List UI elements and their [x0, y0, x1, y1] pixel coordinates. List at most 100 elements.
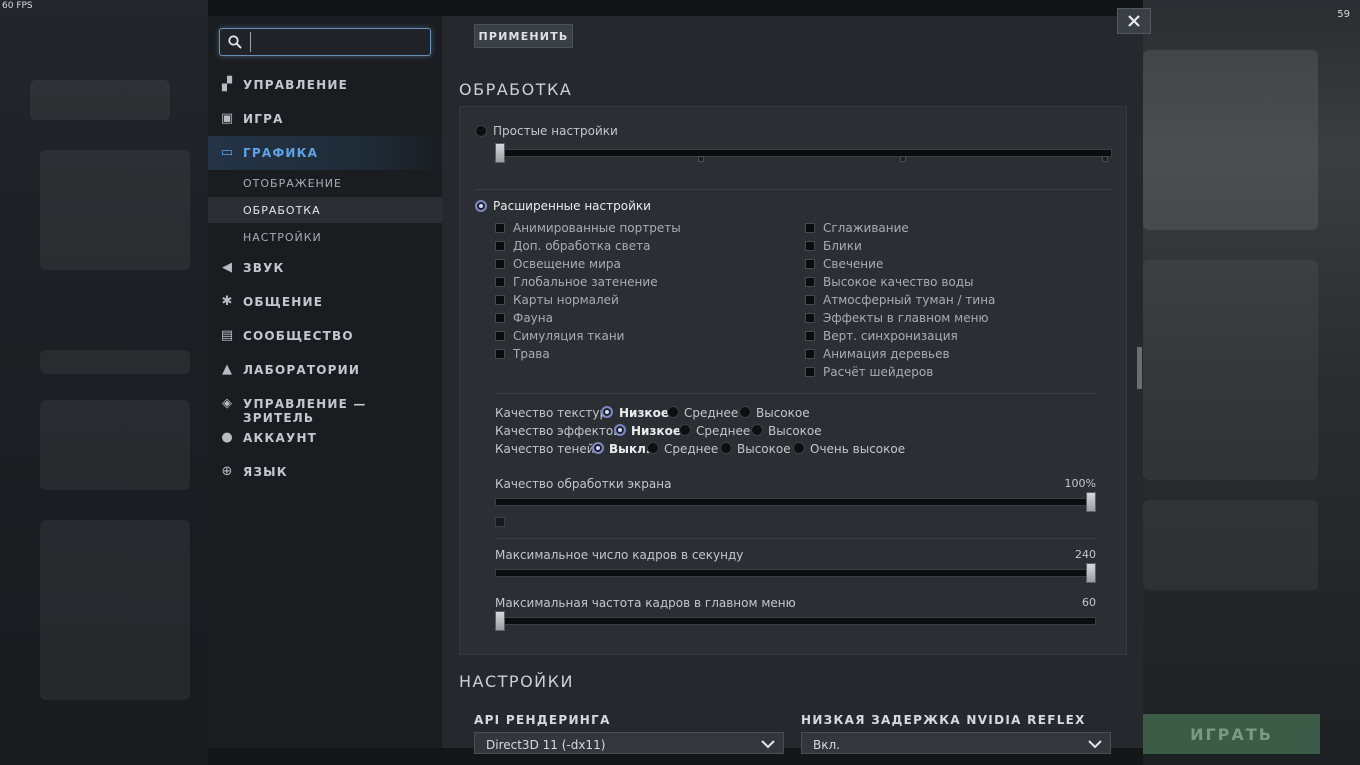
disabled-checkbox: [495, 517, 505, 527]
option-checkbox[interactable]: [495, 313, 505, 323]
shadows-very-high-radio[interactable]: [793, 442, 805, 454]
max-fps-value: 240: [1075, 548, 1096, 561]
controls-icon: ▞: [222, 77, 232, 92]
shadows-off-label: Выкл.: [609, 442, 651, 456]
shadows-medium-label: Среднее: [664, 442, 719, 456]
sidebar-item-labs[interactable]: ▲ ЛАБОРАТОРИИ: [208, 353, 442, 387]
sidebar-item-label: ГРАФИКА: [243, 146, 319, 160]
texture-quality-label: Качество текстур: [495, 406, 608, 420]
sidebar-item-controls[interactable]: ▞ УПРАВЛЕНИЕ: [208, 68, 442, 102]
sidebar-item-graphics[interactable]: ▭ ГРАФИКА: [208, 136, 442, 170]
sidebar-item-game[interactable]: ▣ ИГРА: [208, 102, 442, 136]
fps-counter: 60 FPS: [2, 1, 33, 11]
reflex-dropdown[interactable]: Вкл.: [801, 732, 1111, 754]
advanced-settings-radio[interactable]: [475, 200, 487, 212]
effects-high-radio[interactable]: [751, 424, 763, 436]
render-api-dropdown[interactable]: Direct3D 11 (-dx11): [474, 732, 784, 754]
option-label: Освещение мира: [513, 257, 621, 271]
sidebar-item-label: ОБЩЕНИЕ: [243, 295, 324, 309]
scrollbar-thumb[interactable]: [1137, 347, 1142, 389]
max-fps-slider-knob[interactable]: [1086, 563, 1096, 583]
sidebar-item-label: ИГРА: [243, 112, 284, 126]
option-checkbox[interactable]: [805, 331, 815, 341]
effects-low-radio[interactable]: [614, 424, 626, 436]
option-checkbox[interactable]: [805, 259, 815, 269]
slider-tick: [900, 156, 906, 162]
shadows-high-radio[interactable]: [720, 442, 732, 454]
screen-quality-value: 100%: [1064, 477, 1096, 490]
option-checkbox[interactable]: [495, 277, 505, 287]
sidebar-item-label: УПРАВЛЕНИЕ: [243, 78, 348, 92]
option-checkbox[interactable]: [495, 295, 505, 305]
sidebar-item-label: ЯЗЫК: [243, 465, 288, 479]
screen-quality-slider-track[interactable]: [495, 498, 1096, 506]
globe-icon: ⊕: [221, 464, 233, 479]
divider: [495, 393, 1096, 394]
divider: [495, 538, 1096, 539]
play-button[interactable]: ИГРАТЬ: [1143, 714, 1320, 754]
menu-fps-slider-knob[interactable]: [495, 611, 505, 631]
effects-medium-label: Среднее: [696, 424, 751, 438]
screen-quality-slider-knob[interactable]: [1086, 492, 1096, 512]
texture-high-radio[interactable]: [739, 406, 751, 418]
subitem-processing[interactable]: ОБРАБОТКА: [208, 197, 442, 223]
shadows-off-radio[interactable]: [592, 442, 604, 454]
shadows-medium-radio[interactable]: [647, 442, 659, 454]
option-label: Анимированные портреты: [513, 221, 681, 235]
subitem-display[interactable]: ОТОБРАЖЕНИЕ: [208, 170, 442, 196]
option-checkbox[interactable]: [805, 367, 815, 377]
sidebar-item-label: ЛАБОРАТОРИИ: [243, 363, 361, 377]
effects-medium-radio[interactable]: [679, 424, 691, 436]
flask-icon: ▲: [222, 362, 232, 377]
simple-quality-slider-knob[interactable]: [495, 143, 505, 163]
option-checkbox[interactable]: [805, 295, 815, 305]
option-label: Глобальное затенение: [513, 275, 658, 289]
texture-medium-radio[interactable]: [667, 406, 679, 418]
option-label: Расчёт шейдеров: [823, 365, 934, 379]
apply-button[interactable]: ПРИМЕНИТЬ: [474, 24, 573, 48]
sidebar-item-community[interactable]: ▤ СООБЩЕСТВО: [208, 319, 442, 353]
sidebar-item-sound[interactable]: ◀ ЗВУК: [208, 251, 442, 285]
close-button[interactable]: [1117, 8, 1151, 34]
option-label: Свечение: [823, 257, 884, 271]
texture-high-label: Высокое: [756, 406, 810, 420]
section-title-processing: ОБРАБОТКА: [459, 80, 573, 99]
sidebar-item-account[interactable]: ● АККАУНТ: [208, 421, 442, 455]
option-checkbox[interactable]: [495, 259, 505, 269]
settings-content: ПРИМЕНИТЬ ОБРАБОТКА Простые настройки Ра…: [442, 16, 1143, 754]
option-checkbox[interactable]: [805, 241, 815, 251]
option-checkbox[interactable]: [495, 241, 505, 251]
chat-icon: ▤: [220, 328, 234, 343]
option-checkbox[interactable]: [805, 349, 815, 359]
option-checkbox[interactable]: [805, 223, 815, 233]
search-input[interactable]: [250, 32, 425, 52]
simple-settings-label: Простые настройки: [493, 124, 618, 138]
search-box[interactable]: [219, 28, 431, 56]
option-label: Высокое качество воды: [823, 275, 974, 289]
option-checkbox[interactable]: [805, 277, 815, 287]
sidebar-item-label: АККАУНТ: [243, 431, 318, 445]
sidebar-item-spectator-controls[interactable]: ◈ УПРАВЛЕНИЕ — ЗРИТЕЛЬ: [208, 387, 442, 426]
menu-fps-slider-track[interactable]: [495, 617, 1096, 625]
slider-tick: [698, 156, 704, 162]
processing-panel: Простые настройки Расширенные настройки …: [459, 106, 1127, 655]
advanced-settings-label: Расширенные настройки: [493, 199, 651, 213]
option-checkbox[interactable]: [495, 223, 505, 233]
texture-low-radio[interactable]: [601, 406, 613, 418]
option-checkbox[interactable]: [805, 313, 815, 323]
screen-quality-label: Качество обработки экрана: [495, 477, 672, 491]
monitor-icon: ▭: [220, 145, 234, 160]
eye-icon: ◈: [222, 396, 232, 411]
simple-quality-slider-track[interactable]: [495, 149, 1112, 157]
option-checkbox[interactable]: [495, 331, 505, 341]
max-fps-slider-track[interactable]: [495, 569, 1096, 577]
sidebar-item-label: ЗВУК: [243, 261, 285, 275]
sidebar-item-language[interactable]: ⊕ ЯЗЫК: [208, 455, 442, 489]
close-icon: [1128, 15, 1140, 27]
sidebar-item-communication[interactable]: ✱ ОБЩЕНИЕ: [208, 285, 442, 319]
simple-settings-radio[interactable]: [475, 125, 487, 137]
background-right: [1143, 0, 1360, 765]
option-checkbox[interactable]: [495, 349, 505, 359]
subitem-settings[interactable]: НАСТРОЙКИ: [208, 224, 442, 250]
option-label: Симуляция ткани: [513, 329, 625, 343]
